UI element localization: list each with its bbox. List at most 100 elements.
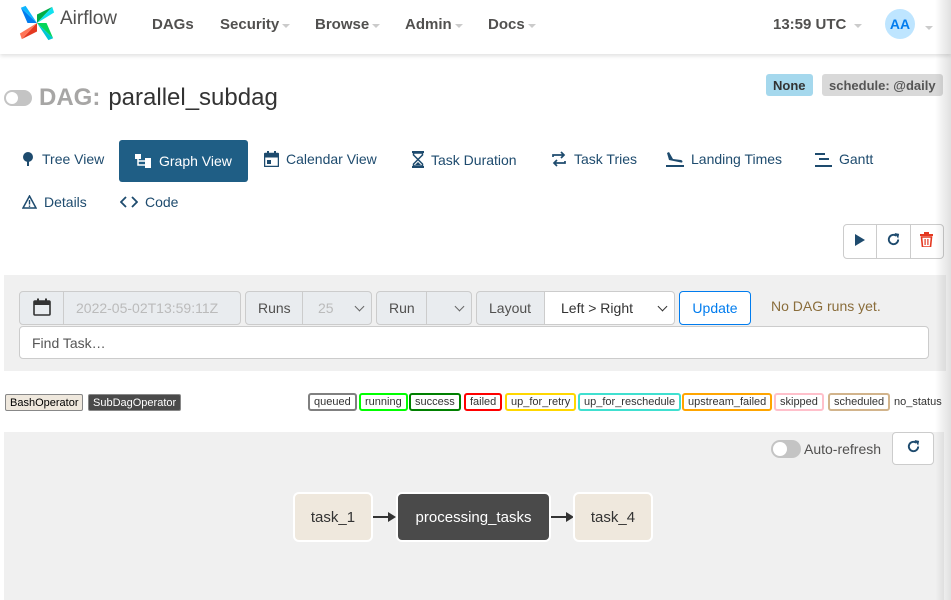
top-navbar: Airflow DAGs Security Browse Admin Docs … <box>0 0 951 54</box>
chevron-down-icon[interactable] <box>925 26 933 30</box>
tab-label: Code <box>145 194 179 210</box>
nav-browse-label: Browse <box>315 16 370 33</box>
trash-icon <box>920 231 934 252</box>
tab-task-tries[interactable]: Task Tries <box>551 151 637 167</box>
schedule-badge[interactable]: schedule: @daily <box>822 74 943 96</box>
calendar-icon <box>32 298 51 319</box>
owner-badge[interactable]: None <box>766 74 813 96</box>
brand-name: Airflow <box>60 7 118 29</box>
warning-icon <box>22 195 37 209</box>
gantt-icon <box>815 151 832 167</box>
chevron-down-icon <box>527 23 536 28</box>
tab-label: Calendar View <box>286 151 377 167</box>
nav-admin-label: Admin <box>405 16 452 33</box>
legend-state-scheduled[interactable]: scheduled <box>828 393 891 411</box>
chevron-down-icon <box>657 301 668 312</box>
execution-date-select[interactable] <box>426 291 472 325</box>
chevron-down-icon <box>454 23 463 28</box>
legend-state-queued[interactable]: queued <box>308 393 357 411</box>
tab-landing-times[interactable]: Landing Times <box>666 151 782 167</box>
trigger-dag-button[interactable] <box>844 225 878 258</box>
update-button[interactable]: Update <box>679 291 751 325</box>
date-picker-button[interactable] <box>19 291 64 325</box>
nav-browse[interactable]: Browse <box>315 16 381 33</box>
tab-details[interactable]: Details <box>22 194 87 210</box>
nav-security[interactable]: Security <box>220 16 291 33</box>
graph-node-task-1[interactable]: task_1 <box>293 492 373 542</box>
chevron-down-icon <box>372 23 381 28</box>
chevron-down-icon <box>354 301 365 312</box>
layout-select[interactable]: Left > Right <box>544 291 675 325</box>
graph-node-task-4[interactable]: task_4 <box>573 492 653 542</box>
code-icon <box>120 196 138 208</box>
tab-tree-view[interactable]: Tree View <box>21 151 104 167</box>
calendar-icon <box>264 151 279 167</box>
chevron-down-icon <box>282 23 291 28</box>
legend-state-skipped[interactable]: skipped <box>774 393 824 411</box>
legend-state-up-for-reschedule[interactable]: up_for_reschedule <box>578 393 682 411</box>
graph-refresh-button[interactable] <box>892 432 934 465</box>
airflow-brand[interactable]: Airflow <box>18 4 117 47</box>
play-icon <box>855 233 866 251</box>
tab-graph-view[interactable]: Graph View <box>119 140 248 182</box>
tab-gantt[interactable]: Gantt <box>815 151 873 167</box>
legend-state-failed[interactable]: failed <box>464 393 503 411</box>
dag-pause-toggle[interactable] <box>4 90 32 106</box>
tab-task-duration[interactable]: Task Duration <box>412 151 517 168</box>
run-label: Run <box>376 291 427 325</box>
num-runs-select[interactable]: 25 <box>302 291 372 325</box>
tab-label: Task Tries <box>574 151 638 167</box>
landing-icon <box>666 151 684 167</box>
tab-calendar-view[interactable]: Calendar View <box>264 151 377 167</box>
layout-label: Layout <box>476 291 545 325</box>
chevron-down-icon <box>854 23 863 28</box>
graph-icon <box>135 154 152 168</box>
nav-dags-label: DAGs <box>152 16 194 33</box>
arrow-right-icon <box>388 512 396 522</box>
auto-refresh-label: Auto-refresh <box>804 441 882 457</box>
legend-bash-operator: BashOperator <box>5 394 84 411</box>
tab-label: Tree View <box>42 151 105 167</box>
dag-name: parallel_subdag <box>108 84 278 111</box>
auto-refresh-control[interactable]: Auto-refresh <box>771 440 881 458</box>
user-avatar[interactable]: AA <box>885 9 915 39</box>
clock-time: 13:59 UTC <box>773 16 847 33</box>
timezone-dropdown[interactable]: 13:59 UTC <box>773 16 863 33</box>
status-message: No DAG runs yet. <box>771 298 881 314</box>
runs-label: Runs <box>245 291 303 325</box>
layout-value: Left > Right <box>561 300 633 316</box>
graph-edge <box>551 516 567 518</box>
nav-dags[interactable]: DAGs <box>152 16 194 33</box>
graph-node-processing-tasks[interactable]: processing_tasks <box>396 492 551 542</box>
hourglass-icon <box>412 151 424 168</box>
scroll-shadow <box>935 0 951 600</box>
dag-actions <box>843 224 944 259</box>
tab-label: Details <box>44 194 87 210</box>
tab-label: Gantt <box>839 151 874 167</box>
nav-docs-label: Docs <box>488 16 525 33</box>
legend-state-up-for-retry[interactable]: up_for_retry <box>505 393 577 411</box>
tab-label: Landing Times <box>691 151 783 167</box>
dag-label: DAG: <box>39 84 101 111</box>
base-date-input[interactable]: 2022-05-02T13:59:11Z <box>63 291 241 325</box>
nav-admin[interactable]: Admin <box>405 16 463 33</box>
chevron-down-icon <box>454 301 465 312</box>
tab-code[interactable]: Code <box>120 194 178 210</box>
tree-icon <box>21 151 35 167</box>
nav-docs[interactable]: Docs <box>488 16 536 33</box>
legend-state-upstream-failed[interactable]: upstream_failed <box>682 393 773 411</box>
auto-refresh-toggle[interactable] <box>771 440 801 458</box>
legend-subdag-operator: SubDagOperator <box>88 394 182 411</box>
legend-state-running[interactable]: running <box>359 393 408 411</box>
find-task-input[interactable]: Find Task… <box>19 326 929 359</box>
tab-label: Graph View <box>159 153 232 169</box>
refresh-icon <box>906 439 921 459</box>
page-title: DAG: parallel_subdag <box>4 84 278 112</box>
refresh-dag-button[interactable] <box>877 225 911 258</box>
legend-state-success[interactable]: success <box>409 393 461 411</box>
retry-icon <box>551 151 567 167</box>
num-runs-value: 25 <box>318 300 334 316</box>
nav-security-label: Security <box>220 16 280 33</box>
graph-edge <box>373 516 389 518</box>
airflow-logo-icon <box>18 4 56 47</box>
